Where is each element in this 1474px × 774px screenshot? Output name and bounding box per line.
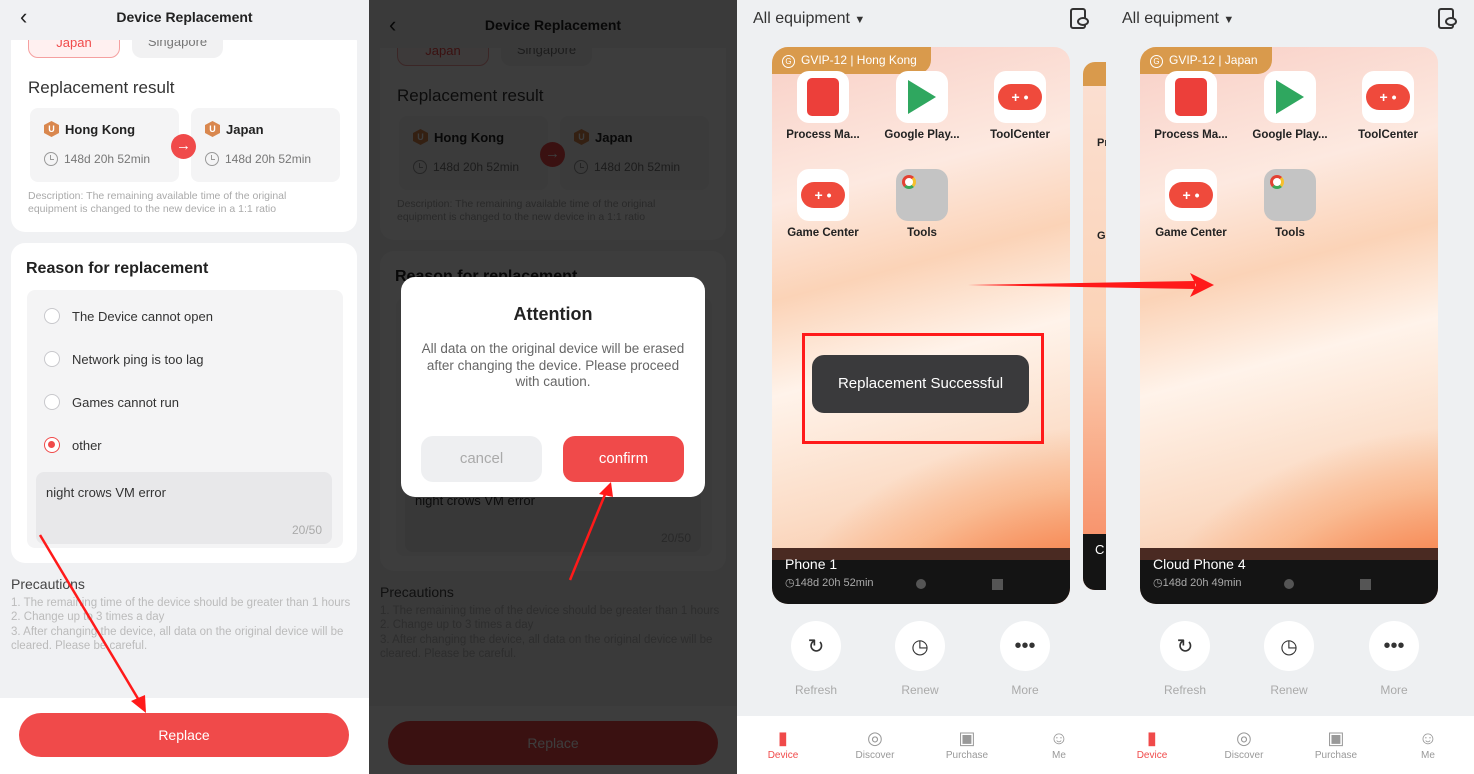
arrowhead <box>599 482 613 497</box>
arrow-to-confirm <box>568 491 608 581</box>
arrow-to-replace <box>38 534 142 703</box>
arrow-to-result <box>968 281 1195 289</box>
annotation-arrows <box>38 273 1214 713</box>
